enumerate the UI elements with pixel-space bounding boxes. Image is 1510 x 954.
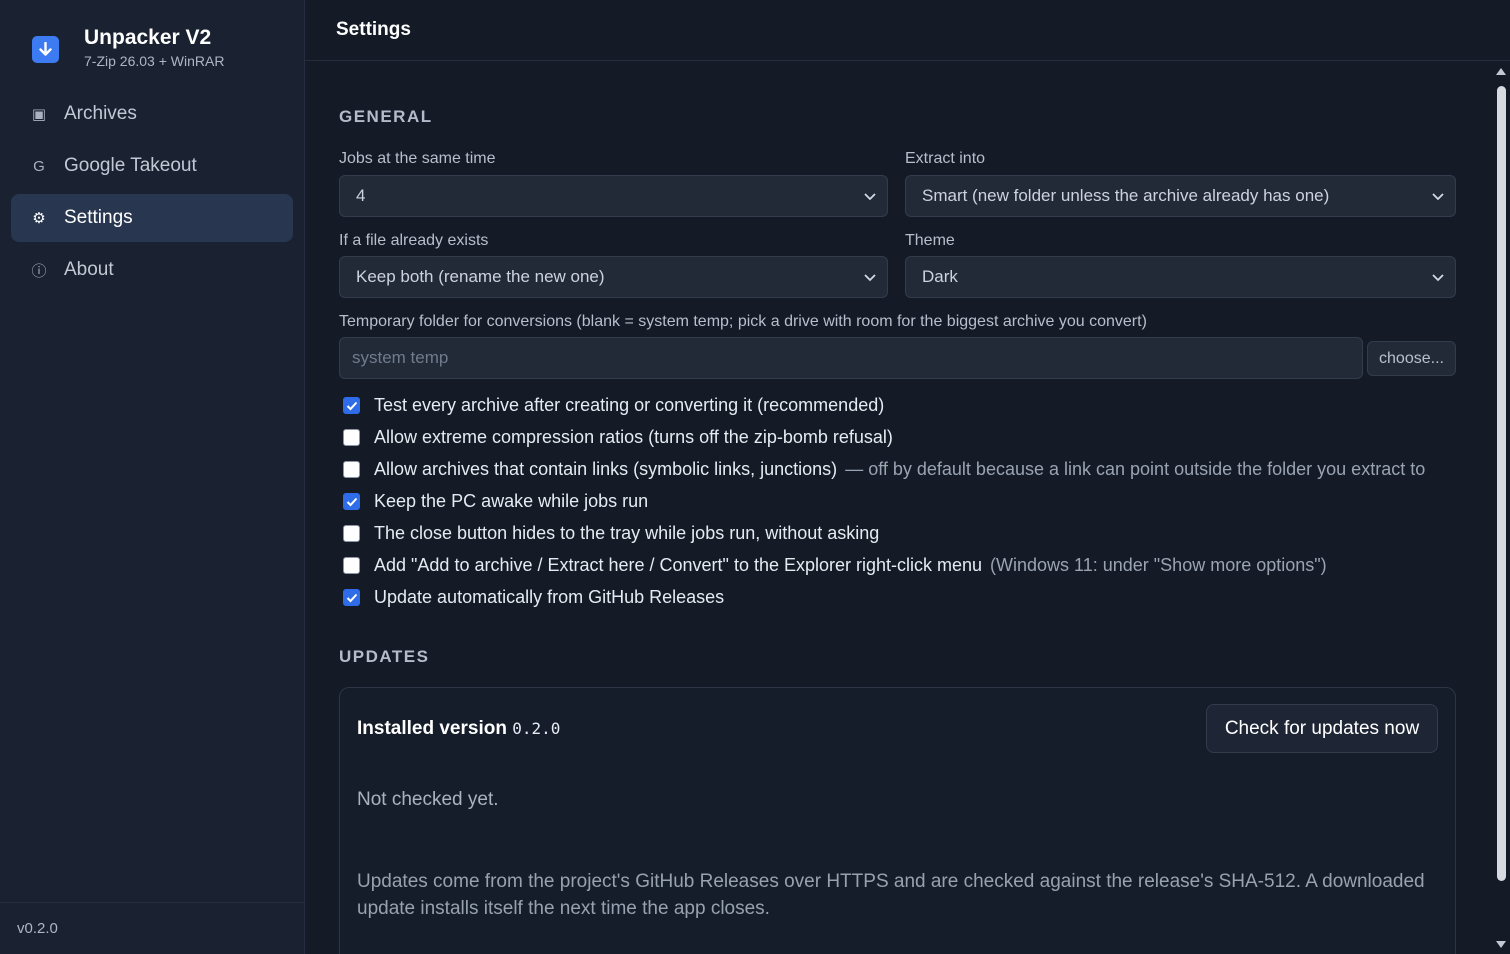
sidebar-nav: ▣ Archives G Google Takeout ⚙ Settings ⓘ… (11, 90, 293, 298)
update-status: Not checked yet. (357, 789, 499, 810)
section-title-updates: UPDATES (339, 647, 430, 666)
section-title-general: GENERAL (339, 107, 433, 126)
checkbox[interactable] (343, 557, 360, 574)
checkbox-label: The close button hides to the tray while… (374, 523, 880, 543)
chevron-down-icon (864, 193, 876, 201)
sidebar-item-label: Google Takeout (64, 155, 197, 176)
scroll-up-arrow-icon[interactable] (1495, 66, 1507, 76)
extract-into-label: Extract into (905, 150, 986, 167)
extract-into-value: Smart (new folder unless the archive alr… (922, 186, 1330, 205)
checkbox-hint: — off by default because a link can poin… (845, 459, 1426, 479)
square-icon: ▣ (31, 106, 47, 123)
choose-folder-button[interactable]: choose... (1367, 341, 1456, 376)
checkbox-hide-to-tray[interactable]: The close button hides to the tray while… (343, 523, 879, 544)
installed-version-value: 0.2.0 (512, 719, 561, 738)
sidebar-item-label: Archives (64, 103, 137, 124)
chevron-down-icon (864, 274, 876, 282)
file-exists-label: If a file already exists (339, 232, 489, 249)
installed-version: Installed version 0.2.0 (357, 718, 560, 740)
update-note: Updates come from the project's GitHub R… (357, 871, 1425, 919)
checkbox-extreme-ratios[interactable]: Allow extreme compression ratios (turns … (343, 427, 893, 448)
checkbox[interactable] (343, 493, 360, 510)
checkbox-label: Add "Add to archive / Extract here / Con… (374, 555, 983, 575)
checkbox[interactable] (343, 397, 360, 414)
checkbox[interactable] (343, 589, 360, 606)
chevron-down-icon (1432, 274, 1444, 282)
sidebar-item-about[interactable]: ⓘ About (11, 246, 293, 294)
file-exists-select[interactable]: Keep both (rename the new one) (339, 256, 888, 298)
installed-version-label: Installed version (357, 718, 507, 739)
scroll-down-arrow-icon[interactable] (1495, 940, 1507, 950)
gear-icon: ⚙ (32, 210, 46, 227)
checkbox-explorer-menu[interactable]: Add "Add to archive / Extract here / Con… (343, 555, 1327, 576)
update-card: Installed version 0.2.0 Check for update… (339, 687, 1456, 954)
version-footer: v0.2.0 (0, 902, 304, 954)
checkbox-label: Keep the PC awake while jobs run (374, 491, 649, 511)
jobs-value: 4 (356, 186, 366, 205)
checkbox-test-archive[interactable]: Test every archive after creating or con… (343, 395, 884, 416)
checkbox-label: Test every archive after creating or con… (374, 395, 885, 415)
checkbox-hint: (Windows 11: under "Show more options") (990, 555, 1327, 575)
check-updates-button[interactable]: Check for updates now (1206, 704, 1438, 753)
brand: Unpacker V2 7-Zip 26.03 + WinRAR (32, 24, 224, 70)
scrollbar[interactable] (1492, 62, 1510, 954)
sidebar: Unpacker V2 7-Zip 26.03 + WinRAR ▣ Archi… (0, 0, 305, 954)
download-arrow-icon (32, 36, 59, 63)
temp-folder-label: Temporary folder for conversions (blank … (339, 313, 1147, 330)
settings-content: GENERAL Jobs at the same time 4 Extract … (339, 62, 1456, 954)
checkbox-label: Update automatically from GitHub Release… (374, 587, 725, 607)
checkbox-auto-update[interactable]: Update automatically from GitHub Release… (343, 587, 724, 608)
sidebar-item-settings[interactable]: ⚙ Settings (11, 194, 293, 242)
jobs-label: Jobs at the same time (339, 150, 496, 167)
checkbox[interactable] (343, 461, 360, 478)
app-title: Unpacker V2 (84, 26, 212, 49)
chevron-down-icon (1432, 193, 1444, 201)
theme-label: Theme (905, 232, 955, 249)
scrollbar-thumb[interactable] (1497, 86, 1506, 881)
checkbox[interactable] (343, 429, 360, 446)
extract-into-select[interactable]: Smart (new folder unless the archive alr… (905, 175, 1456, 217)
google-letter-icon: G (33, 157, 45, 175)
sidebar-item-archives[interactable]: ▣ Archives (11, 90, 293, 138)
sidebar-item-google-takeout[interactable]: G Google Takeout (11, 142, 293, 190)
theme-select[interactable]: Dark (905, 256, 1456, 298)
sidebar-item-label: Settings (64, 207, 133, 228)
app-subtitle: 7-Zip 26.03 + WinRAR (84, 53, 225, 69)
checkbox-label: Allow archives that contain links (symbo… (374, 459, 838, 479)
sidebar-item-label: About (64, 259, 114, 280)
temp-folder-input[interactable] (339, 337, 1363, 379)
file-exists-value: Keep both (rename the new one) (356, 267, 605, 286)
info-icon: ⓘ (31, 262, 47, 280)
jobs-select[interactable]: 4 (339, 175, 888, 217)
checkbox-allow-links[interactable]: Allow archives that contain links (symbo… (343, 459, 1425, 480)
checkbox[interactable] (343, 525, 360, 542)
checkbox-keep-awake[interactable]: Keep the PC awake while jobs run (343, 491, 648, 512)
theme-value: Dark (922, 267, 958, 286)
page-title: Settings (305, 0, 1510, 61)
checkbox-label: Allow extreme compression ratios (turns … (374, 427, 893, 447)
